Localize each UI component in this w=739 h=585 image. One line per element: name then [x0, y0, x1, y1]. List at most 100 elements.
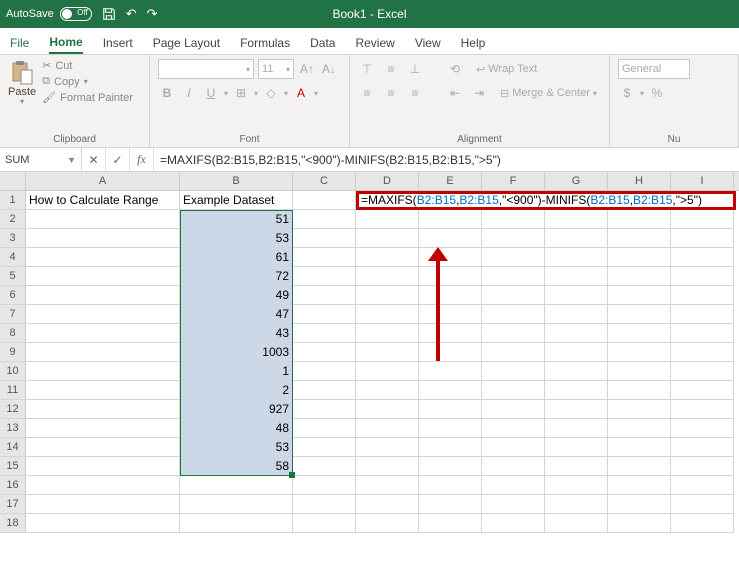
cell[interactable]: 51	[180, 210, 293, 229]
cell[interactable]	[671, 210, 734, 229]
cell[interactable]: How to Calculate Range	[26, 191, 180, 210]
cell[interactable]	[293, 419, 356, 438]
cell[interactable]	[26, 514, 180, 533]
cell[interactable]: 49	[180, 286, 293, 305]
row-header[interactable]: 7	[0, 305, 26, 324]
formula-input[interactable]: =MAXIFS(B2:B15,B2:B15,"<900")-MINIFS(B2:…	[154, 148, 739, 171]
cell[interactable]	[482, 229, 545, 248]
cell[interactable]	[671, 229, 734, 248]
cell[interactable]	[608, 400, 671, 419]
cells-area[interactable]: How to Calculate RangeExample Dataset 51…	[26, 191, 739, 533]
row-header[interactable]: 16	[0, 476, 26, 495]
paste-button[interactable]: Paste ▾	[8, 59, 36, 106]
cell[interactable]	[26, 248, 180, 267]
cell[interactable]	[545, 324, 608, 343]
cell[interactable]: 58	[180, 457, 293, 476]
cell[interactable]	[482, 514, 545, 533]
cell[interactable]	[293, 495, 356, 514]
col-header[interactable]: E	[419, 172, 482, 190]
cell[interactable]	[671, 324, 734, 343]
cell[interactable]	[482, 343, 545, 362]
row-header[interactable]: 15	[0, 457, 26, 476]
cell[interactable]	[671, 381, 734, 400]
cell[interactable]	[26, 286, 180, 305]
increase-indent-icon[interactable]: ⇥	[470, 83, 488, 103]
undo-icon[interactable]: ↶	[126, 6, 137, 22]
cell[interactable]: 48	[180, 419, 293, 438]
tab-data[interactable]: Data	[310, 36, 335, 54]
cell[interactable]	[608, 495, 671, 514]
cell[interactable]: 1003	[180, 343, 293, 362]
cell[interactable]	[482, 419, 545, 438]
row-header[interactable]: 12	[0, 400, 26, 419]
row-header[interactable]: 10	[0, 362, 26, 381]
cell[interactable]	[356, 229, 419, 248]
cell[interactable]	[482, 324, 545, 343]
cell[interactable]	[26, 343, 180, 362]
cell[interactable]	[26, 381, 180, 400]
cell[interactable]: 2	[180, 381, 293, 400]
row-header[interactable]: 1	[0, 191, 26, 210]
cell[interactable]	[482, 381, 545, 400]
row-header[interactable]: 13	[0, 419, 26, 438]
copy-button[interactable]: ⧉Copy ▾	[42, 75, 133, 88]
cell[interactable]	[545, 229, 608, 248]
cell[interactable]	[356, 362, 419, 381]
increase-font-icon[interactable]: A↑	[298, 59, 316, 79]
cell[interactable]	[356, 438, 419, 457]
cell[interactable]	[608, 248, 671, 267]
row-header[interactable]: 17	[0, 495, 26, 514]
select-all-corner[interactable]	[0, 172, 26, 190]
redo-icon[interactable]: ↷	[147, 6, 158, 22]
cell[interactable]	[356, 419, 419, 438]
cell[interactable]	[419, 286, 482, 305]
format-painter-button[interactable]: 🖌Format Painter	[42, 91, 133, 104]
cell[interactable]	[26, 305, 180, 324]
col-header[interactable]: B	[180, 172, 293, 190]
cell[interactable]	[419, 305, 482, 324]
autosave-toggle[interactable]: AutoSave Off	[6, 7, 92, 21]
cell[interactable]	[293, 362, 356, 381]
cell[interactable]	[419, 210, 482, 229]
toggle-switch[interactable]: Off	[60, 7, 92, 21]
save-icon[interactable]	[102, 7, 116, 21]
cell[interactable]	[545, 400, 608, 419]
cell[interactable]	[180, 476, 293, 495]
cell[interactable]	[671, 457, 734, 476]
cell[interactable]	[293, 514, 356, 533]
row-header[interactable]: 3	[0, 229, 26, 248]
name-box[interactable]: SUM▼	[0, 148, 82, 171]
cell[interactable]	[293, 324, 356, 343]
cell[interactable]	[293, 305, 356, 324]
cell[interactable]: 927	[180, 400, 293, 419]
cell[interactable]	[26, 362, 180, 381]
cell[interactable]: 61	[180, 248, 293, 267]
cell[interactable]	[419, 324, 482, 343]
cell[interactable]	[356, 457, 419, 476]
cell[interactable]	[482, 305, 545, 324]
tab-formulas[interactable]: Formulas	[240, 36, 290, 54]
cell[interactable]	[293, 343, 356, 362]
cell[interactable]	[482, 210, 545, 229]
cell[interactable]	[545, 419, 608, 438]
tab-help[interactable]: Help	[461, 36, 486, 54]
cell[interactable]	[545, 438, 608, 457]
cell[interactable]: 43	[180, 324, 293, 343]
cell[interactable]	[26, 324, 180, 343]
cell[interactable]	[608, 324, 671, 343]
align-bottom-icon[interactable]: ⊥	[406, 59, 424, 79]
cell[interactable]	[356, 495, 419, 514]
row-header[interactable]: 6	[0, 286, 26, 305]
cell[interactable]	[180, 514, 293, 533]
cell[interactable]	[356, 400, 419, 419]
cell[interactable]	[419, 362, 482, 381]
font-color-button[interactable]: A	[292, 83, 310, 103]
row-header[interactable]: 9	[0, 343, 26, 362]
cell[interactable]	[26, 229, 180, 248]
cell[interactable]	[356, 210, 419, 229]
italic-button[interactable]: I	[180, 83, 198, 103]
decrease-indent-icon[interactable]: ⇤	[446, 83, 464, 103]
tab-page-layout[interactable]: Page Layout	[153, 36, 220, 54]
row-header[interactable]: 14	[0, 438, 26, 457]
cell[interactable]	[356, 267, 419, 286]
